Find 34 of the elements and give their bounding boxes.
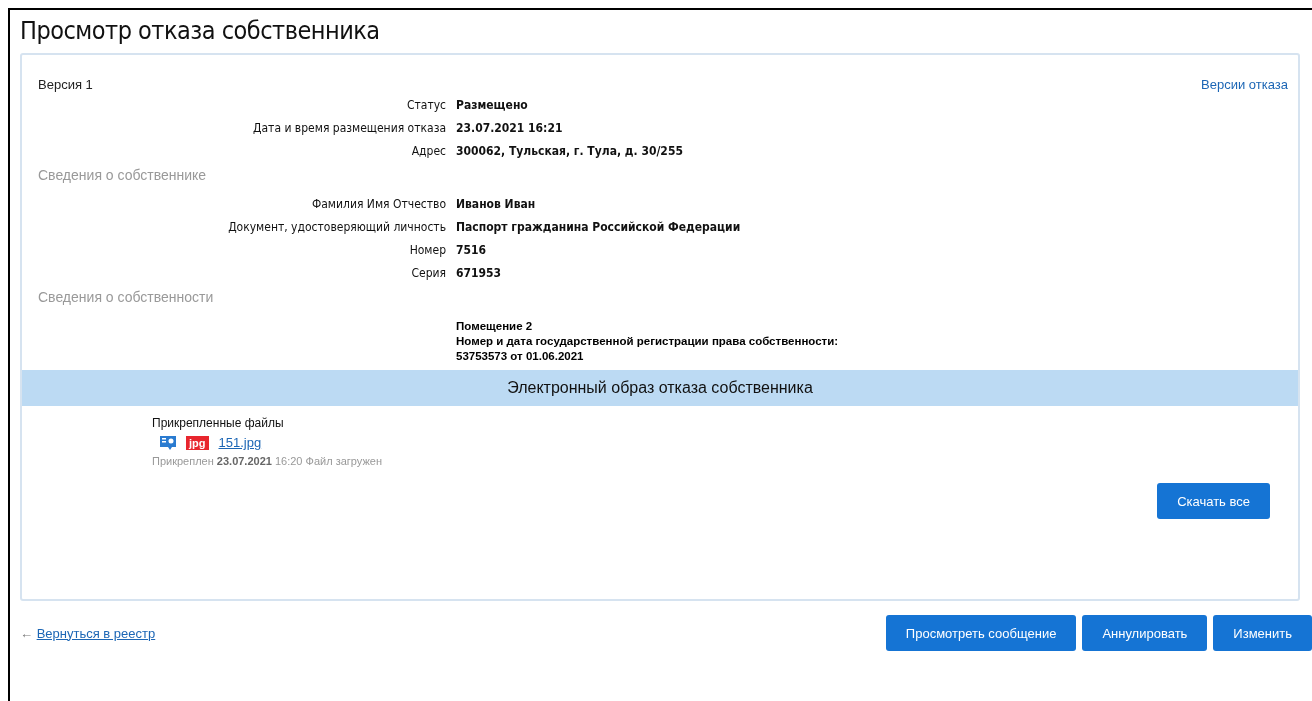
file-type-badge: jpg bbox=[186, 435, 209, 450]
section-heading: Сведения о собственнике bbox=[37, 167, 208, 183]
property-line: Помещение 2 bbox=[456, 319, 534, 334]
back-link[interactable]: Вернуться в реестр bbox=[36, 625, 156, 641]
signature-icon[interactable] bbox=[160, 435, 176, 450]
action-button[interactable]: Аннулировать bbox=[1082, 615, 1208, 651]
versions-link[interactable]: Версии отказа bbox=[1201, 77, 1288, 92]
file-meta: Прикреплен 23.07.2021 16:20 Файл загружен bbox=[152, 455, 383, 467]
version-label: Версия 1 bbox=[38, 77, 93, 92]
field-label: Номер bbox=[408, 243, 446, 257]
action-button[interactable]: Изменить bbox=[1213, 615, 1312, 651]
action-button[interactable]: Просмотреть сообщение bbox=[885, 615, 1077, 651]
property-line: Номер и дата государственной регистрации права собственности: bbox=[456, 334, 840, 349]
property-line: 53753573 от 01.06.2021 bbox=[456, 349, 585, 364]
download-all-button[interactable]: Скачать все bbox=[1157, 483, 1270, 519]
field-value: 23.07.2021 16:21 bbox=[456, 121, 564, 135]
file-link[interactable]: 151.jpg bbox=[218, 435, 262, 450]
attachments-label: Прикрепленные файлы bbox=[152, 416, 285, 430]
field-label: Серия bbox=[410, 266, 446, 280]
field-label: Адрес bbox=[410, 144, 446, 158]
section-header-bar: Электронный образ отказа собственника bbox=[22, 370, 1298, 406]
section-heading: Сведения о собственности bbox=[37, 289, 215, 305]
field-value: 300062, Тульская, г. Тула, д. 30/255 bbox=[456, 144, 684, 158]
field-value: Размещено bbox=[456, 98, 529, 112]
field-value: 671953 bbox=[456, 266, 503, 280]
field-value: Иванов Иван bbox=[456, 197, 537, 211]
field-label: Документ, удостоверяющий личность bbox=[227, 220, 446, 234]
field-label: Дата и время размещения отказа bbox=[252, 121, 446, 135]
back-arrow-icon: ← bbox=[20, 625, 33, 641]
field-value: Паспорт гражданина Российской Федерации bbox=[456, 220, 742, 234]
field-value: 7516 bbox=[456, 243, 488, 257]
field-label: Статус bbox=[405, 98, 446, 112]
page-title: Просмотр отказа собственника bbox=[20, 16, 381, 45]
field-label: Фамилия Имя Отчество bbox=[310, 197, 446, 211]
